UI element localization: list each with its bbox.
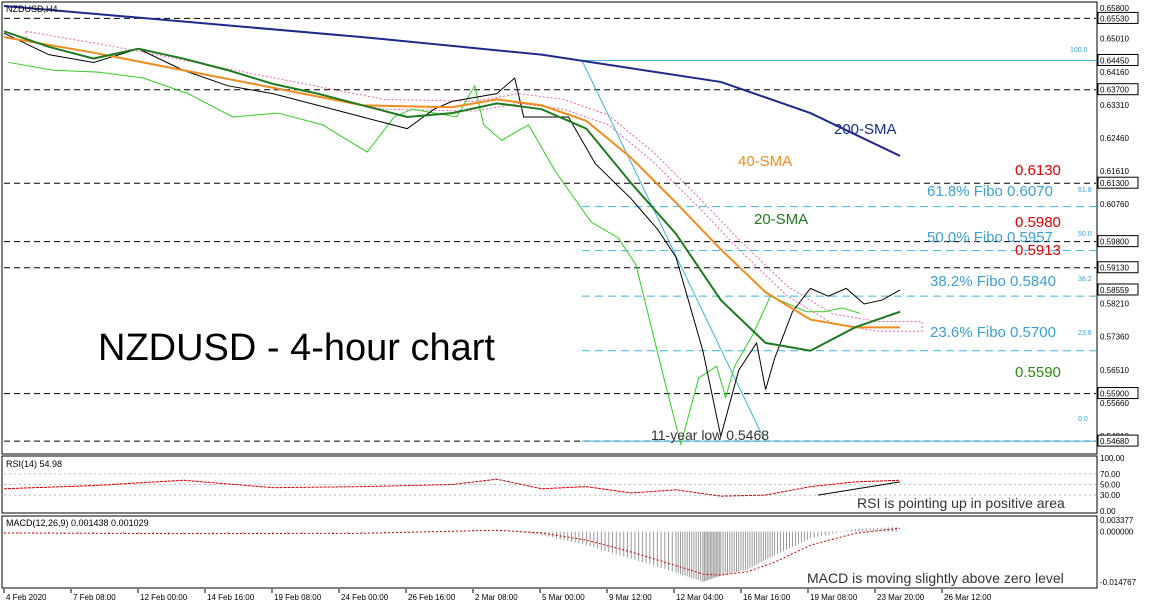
rsi-tick-label: 70.00 — [1100, 470, 1121, 479]
main-panel — [1, 1, 1098, 455]
price-tick-label: 0.65800 — [1100, 4, 1129, 13]
price-tick-label: 0.65010 — [1100, 35, 1129, 44]
rsi-tick-label: 50.00 — [1100, 481, 1121, 490]
price-tick-label: 0.58559 — [1100, 286, 1129, 295]
fibo-382-tag: 38.2 — [1078, 276, 1092, 283]
price-tick-label: 0.61610 — [1100, 167, 1129, 176]
rsi-annotation: RSI is pointing up in positive area — [857, 495, 1065, 511]
time-tick-label: 12 Mar 04:00 — [676, 593, 724, 602]
level-0-5590: 0.5590 — [1015, 364, 1061, 381]
fibo-382-label: 38.2% Fibo 0.5840 — [930, 273, 1056, 290]
time-tick-label: 14 Feb 16:00 — [207, 593, 255, 602]
time-tick-label: 16 Mar 16:00 — [743, 593, 791, 602]
price-tick-label: 0.63700 — [1100, 86, 1129, 95]
time-tick-label: 4 Feb 2020 — [6, 593, 47, 602]
price-tick-label: 0.64160 — [1100, 68, 1129, 77]
price-tick-label: 0.58210 — [1100, 300, 1129, 309]
price-tick-label: 0.56510 — [1100, 366, 1129, 375]
low-label: 11-year low 0.5468 — [651, 427, 769, 443]
price-tick-label: 0.64450 — [1100, 56, 1129, 65]
price-tick-label: 0.54680 — [1100, 437, 1129, 446]
time-axis: 4 Feb 2020 7 Feb 08:00 12 Feb 00:00 14 Feb … — [3, 589, 992, 602]
rsi-tick-label: 0.00 — [1100, 507, 1116, 516]
price-tick-label: 0.57360 — [1100, 333, 1129, 342]
rsi-title: RSI(14) 54.98 — [6, 459, 62, 469]
time-tick-label: 2 Mar 08:00 — [475, 593, 518, 602]
time-tick-label: 9 Mar 12:00 — [609, 593, 652, 602]
price-tick-label: 0.55660 — [1100, 399, 1129, 408]
time-tick-label: 26 Feb 16:00 — [408, 593, 456, 602]
price-tick-label: 0.60760 — [1100, 200, 1129, 209]
symbol-label: NZDUSD,H4 — [6, 4, 58, 14]
fibo-500-label: 50.0% Fibo 0.5957 — [927, 229, 1053, 246]
rsi-tick-label: 100.00 — [1100, 454, 1125, 463]
macd-title: MACD(12,26,9) 0.001438 0.001029 — [6, 518, 149, 528]
fibo-236-tag: 23.6 — [1078, 330, 1092, 337]
price-axis: 0.658000.65530 0.65010 0.64450 0.64160 0.637… — [1097, 4, 1139, 587]
chart-canvas: 0.658000.65530 0.65010 0.64450 0.64160 0.637… — [1, 1, 1139, 602]
macd-annotation: MACD is moving slightly above zero level — [807, 570, 1064, 586]
macd-tick-label: -0.014767 — [1100, 578, 1137, 587]
rsi-tick-label: 30.00 — [1100, 491, 1121, 500]
fibo-100-tag: 100.0 — [1070, 47, 1088, 54]
sma200-label: 200-SMA — [834, 121, 897, 138]
macd-tick-label: 0.003377 — [1100, 516, 1134, 525]
level-0-6130: 0.6130 — [1015, 162, 1061, 179]
price-tick-label: 0.62460 — [1100, 134, 1129, 143]
fibo-618-tag: 61.8 — [1078, 187, 1092, 194]
sma40-label: 40-SMA — [738, 153, 792, 170]
time-tick-label: 26 Mar 12:00 — [944, 593, 992, 602]
price-tick-label: 0.63310 — [1100, 101, 1129, 110]
time-tick-label: 24 Feb 00:00 — [341, 593, 389, 602]
price-tick-label: 0.59130 — [1100, 264, 1129, 273]
chart-title: NZDUSD - 4-hour chart — [98, 327, 495, 369]
time-tick-label: 23 Mar 20:00 — [877, 593, 925, 602]
macd-tick-label: 0.000000 — [1100, 528, 1134, 537]
fibo-0-tag: 0.0 — [1078, 416, 1088, 423]
fibo-236-label: 23.6% Fibo 0.5700 — [930, 324, 1056, 341]
fibo-500-tag: 50.0 — [1078, 231, 1092, 238]
sma20-label: 20-SMA — [754, 211, 808, 228]
fibo-618-label: 61.8% Fibo 0.6070 — [927, 183, 1053, 200]
time-tick-label: 19 Feb 08:00 — [274, 593, 322, 602]
price-tick-label: 0.61300 — [1100, 179, 1129, 188]
time-tick-label: 5 Mar 00:00 — [542, 593, 585, 602]
time-tick-label: 12 Feb 00:00 — [140, 593, 188, 602]
price-tick-label: 0.65530 — [1100, 14, 1129, 23]
time-tick-label: 7 Feb 08:00 — [73, 593, 116, 602]
price-tick-label: 0.55900 — [1100, 390, 1129, 399]
time-tick-label: 19 Mar 08:00 — [810, 593, 858, 602]
price-tick-label: 0.59800 — [1100, 238, 1129, 247]
